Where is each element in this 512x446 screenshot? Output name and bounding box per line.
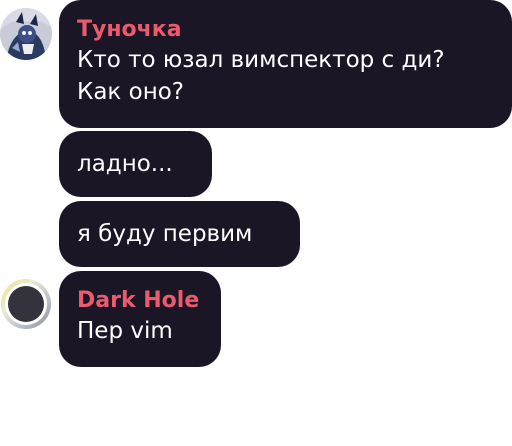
message-text: я буду первим xyxy=(77,221,253,247)
sender-name: Туночка xyxy=(77,17,182,42)
user-avatar-icon xyxy=(1,279,51,329)
sender-name: Dark Hole xyxy=(77,288,200,313)
message-text: Пер vim xyxy=(77,318,173,344)
avatar[interactable] xyxy=(0,278,52,330)
message-bubble[interactable]: ладно... xyxy=(59,131,212,197)
message-text: Кто то юзал вимспектор с ди? xyxy=(77,47,445,73)
message-text: Как оно? xyxy=(77,79,185,105)
user-avatar-icon xyxy=(0,8,52,60)
message-bubble[interactable]: я буду первим xyxy=(59,201,300,267)
message-bubble[interactable]: Туночка Кто то юзал вимспектор с ди? Как… xyxy=(59,0,512,128)
message-text: ладно... xyxy=(77,151,173,177)
message-bubble[interactable]: Dark Hole Пер vim xyxy=(59,271,221,367)
avatar[interactable] xyxy=(0,8,52,60)
